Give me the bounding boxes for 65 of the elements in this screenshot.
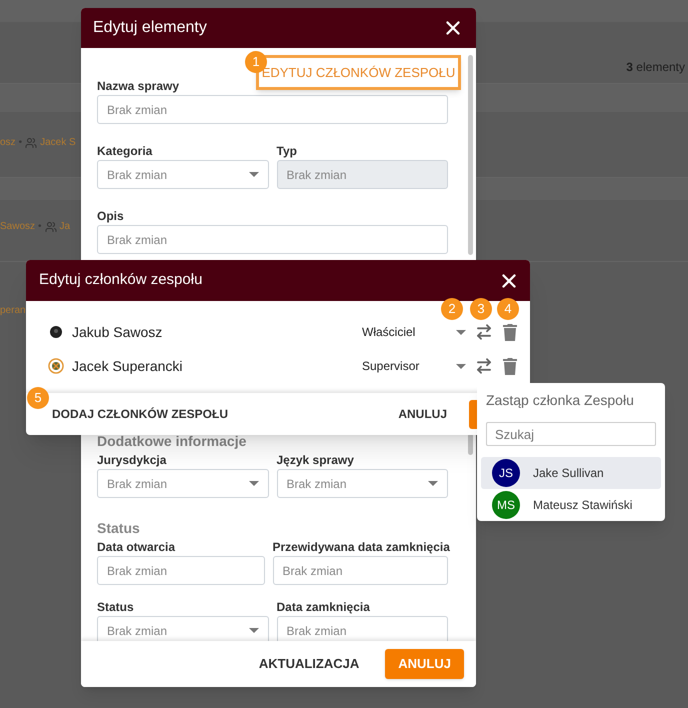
field-label: Opis <box>97 208 125 224</box>
field-label: Data zamknięcia <box>276 599 371 615</box>
update-button[interactable]: AKTUALIZACJA <box>246 649 372 679</box>
popover-title: Zastąp członka Zespołu <box>485 391 635 410</box>
separator: • <box>18 136 22 150</box>
select-field[interactable]: Brak zmian <box>97 616 268 641</box>
caret-icon <box>248 628 258 633</box>
scrollbar-thumb[interactable] <box>468 55 473 255</box>
field-label: Typ <box>276 143 298 159</box>
step-number-badge: 5 <box>27 387 49 409</box>
field-label: Przewidywana data zamknięcia <box>272 539 448 555</box>
input-field: Brak zmian <box>276 160 448 189</box>
dialog-title: Edytuj członków zespołu <box>39 270 202 290</box>
section-heading: Status <box>97 519 141 535</box>
field-label: Data otwarcia <box>97 539 176 555</box>
swap-button[interactable] <box>475 357 493 375</box>
caret-icon <box>456 330 466 334</box>
search-field[interactable]: Szukaj <box>486 422 656 446</box>
field-label: Kategoria <box>97 143 154 159</box>
person-item[interactable]: MS Mateusz Stawiński <box>481 489 661 521</box>
person-avatar: JS <box>492 459 520 487</box>
field-label: Status <box>97 599 135 615</box>
cancel-button[interactable]: ANULUJ <box>385 649 464 679</box>
member-name: Jacek Superancki <box>72 356 184 376</box>
step-number-badge: 3 <box>470 298 492 320</box>
add-members-button[interactable]: DODAJ CZŁONKÓW ZESPOŁU <box>52 405 228 423</box>
member-link[interactable]: Jacek S <box>40 135 76 150</box>
caret-icon <box>428 481 438 486</box>
delete-button[interactable] <box>502 323 518 341</box>
person-name: Mateusz Stawiński <box>533 497 632 514</box>
member-name: Jakub Sawosz <box>72 322 164 342</box>
owner-link[interactable]: osz <box>0 135 16 150</box>
caret-icon <box>248 481 258 486</box>
input-field[interactable]: Brak zmian <box>97 556 264 585</box>
owner-link[interactable]: Sawosz <box>0 219 36 234</box>
cancel-button[interactable]: ANULUJ <box>398 405 447 423</box>
users-icon <box>44 220 57 232</box>
step-number-badge: 4 <box>497 298 519 320</box>
role-select[interactable]: Supervisor <box>362 357 466 375</box>
field-label: Jurysdykcja <box>97 452 168 468</box>
separator: • <box>38 220 42 234</box>
person-item[interactable]: JS Jake Sullivan <box>481 457 661 489</box>
input-field[interactable]: Brak zmian <box>276 616 448 641</box>
field-label: Język sprawy <box>276 452 355 468</box>
select-field[interactable]: Brak zmian <box>97 469 268 498</box>
owner-link[interactable]: peran <box>0 303 26 318</box>
input-field[interactable]: Brak zmian <box>97 95 448 124</box>
member-link[interactable]: Ja <box>60 219 70 234</box>
item-count: 3 elementy <box>626 59 685 76</box>
caret-icon <box>456 364 466 368</box>
input-field[interactable]: Brak zmian <box>97 225 448 254</box>
step-number-badge: 2 <box>441 298 463 320</box>
select-field[interactable]: Brak zmian <box>276 469 448 498</box>
role-select[interactable]: Właściciel <box>362 323 466 341</box>
delete-button[interactable] <box>502 357 518 375</box>
section-heading: Dodatkowe informacje <box>97 432 248 448</box>
person-avatar: MS <box>492 491 520 519</box>
users-icon <box>25 136 38 148</box>
person-name: Jake Sullivan <box>533 465 604 482</box>
swap-button[interactable] <box>475 323 493 341</box>
scrollbar-thumb[interactable] <box>468 433 473 455</box>
select-field[interactable]: Brak zmian <box>97 160 268 189</box>
field-label: Nazwa sprawy <box>97 78 180 94</box>
input-field[interactable]: Brak zmian <box>272 556 448 585</box>
dialog-title: Edytuj elementy <box>93 18 207 38</box>
